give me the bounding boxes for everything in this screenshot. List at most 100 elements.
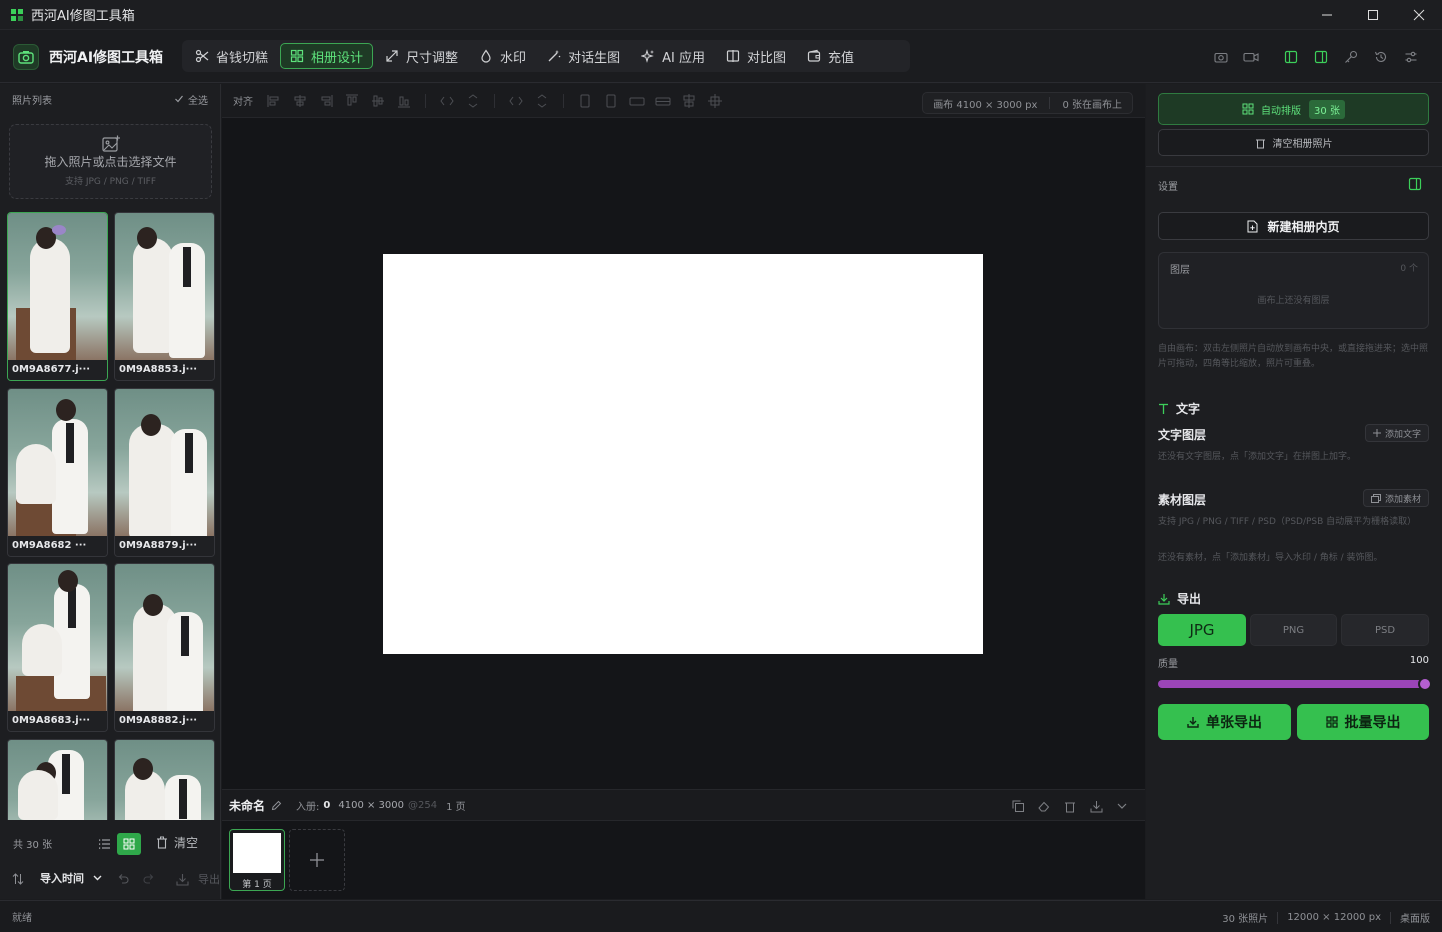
nav-label: 相册设计 <box>311 50 364 66</box>
align-top-icon[interactable] <box>339 91 365 111</box>
export-section-title: 导出 <box>1158 590 1201 607</box>
same-height-icon[interactable] <box>598 91 624 111</box>
droplet-icon <box>479 49 500 63</box>
nav-recharge[interactable]: 充值 <box>798 43 863 69</box>
nav-compare[interactable]: 对比图 <box>717 43 795 69</box>
download-page-icon[interactable] <box>1083 796 1109 816</box>
single-export-button[interactable]: 单张导出 <box>1158 704 1291 740</box>
nav-ai-apps[interactable]: AI 应用 <box>632 43 714 69</box>
brand-title: 西河AI修图工具箱 <box>49 49 164 66</box>
canvas-area: 对齐 画布 4100 × 3000 px 0 张在画布上 未命名 入册: 0 4… <box>222 84 1145 899</box>
photo-image <box>115 740 214 820</box>
settings-sliders-icon[interactable] <box>1396 47 1426 67</box>
auto-layout-badge: 30 张 <box>1309 99 1345 119</box>
photo-thumb[interactable] <box>7 739 108 820</box>
photo-thumb[interactable]: 0M9A8682 ··· <box>7 388 108 557</box>
align-left-icon[interactable] <box>261 91 287 111</box>
resize-icon <box>385 49 406 63</box>
nav-album-design[interactable]: 相册设计 <box>280 43 374 69</box>
distribute-v-icon[interactable] <box>460 91 486 111</box>
new-album-page-button[interactable]: 新建相册内页 <box>1158 212 1429 240</box>
add-text-button[interactable]: 添加文字 <box>1364 424 1429 442</box>
status-text: 就绪 <box>12 913 32 924</box>
download-icon <box>176 873 189 886</box>
align-center-h-icon[interactable] <box>287 91 313 111</box>
delete-page-icon[interactable] <box>1057 796 1083 816</box>
page-preview <box>233 833 281 873</box>
maximize-button[interactable] <box>1350 0 1396 30</box>
add-asset-button[interactable]: 添加素材 <box>1362 489 1429 507</box>
video-icon[interactable] <box>1236 47 1266 67</box>
nav-save-cut[interactable]: 省钱切糕 <box>186 43 277 69</box>
center-canvas-icon[interactable] <box>702 91 728 111</box>
batch-export-button[interactable]: 批量导出 <box>1297 704 1429 740</box>
photo-thumb[interactable]: 0M9A8882.j··· <box>114 563 215 732</box>
nav-label: 对比图 <box>746 50 786 66</box>
photo-thumb[interactable]: 0M9A8677.j··· <box>7 212 108 381</box>
eraser-icon[interactable] <box>1031 796 1057 816</box>
nav-watermark[interactable]: 水印 <box>470 43 535 69</box>
panel-layout-icon[interactable] <box>1408 177 1422 191</box>
wallet-icon <box>807 49 828 63</box>
close-button[interactable] <box>1396 0 1442 30</box>
format-jpg-button[interactable]: JPG <box>1158 614 1246 646</box>
album-dpi: @254 <box>408 799 438 811</box>
photo-filename: 0M9A8682 ··· <box>8 536 107 556</box>
distribute-h-icon[interactable] <box>434 91 460 111</box>
format-png-button[interactable]: PNG <box>1250 614 1337 646</box>
space-h-icon[interactable] <box>503 91 529 111</box>
album-canvas[interactable] <box>383 254 983 654</box>
photo-thumb[interactable] <box>114 739 215 820</box>
clear-photos-button[interactable]: 清空 <box>156 834 198 851</box>
nav-chat-gen[interactable]: 对话生图 <box>538 43 629 69</box>
photo-thumb[interactable]: 0M9A8879.j··· <box>114 388 215 557</box>
screenshot-icon[interactable] <box>1206 47 1236 67</box>
add-page-button[interactable] <box>289 829 345 891</box>
right-panel-toggle-icon[interactable] <box>1306 47 1336 67</box>
clear-label: 清空 <box>174 836 199 850</box>
quality-slider[interactable] <box>1158 677 1432 691</box>
align-middle-v-icon[interactable] <box>365 91 391 111</box>
select-all-button[interactable]: 全选 <box>174 92 208 107</box>
add-asset-label: 添加素材 <box>1384 494 1421 505</box>
image-stack-icon <box>1370 493 1385 503</box>
sort-select[interactable]: 导入时间 <box>32 867 106 889</box>
page-thumb[interactable]: 第 1 页 <box>229 829 285 891</box>
edit-pencil-icon[interactable] <box>271 800 282 811</box>
same-width-icon[interactable] <box>572 91 598 111</box>
clear-album-button[interactable]: 清空相册照片 <box>1158 129 1429 156</box>
align-bottom-icon[interactable] <box>391 91 417 111</box>
redo-icon[interactable] <box>143 873 155 884</box>
history-icon[interactable] <box>1366 47 1396 67</box>
magic-wand-icon <box>547 49 568 63</box>
fit-width-icon[interactable] <box>624 91 650 111</box>
align-right-icon[interactable] <box>313 91 339 111</box>
photo-list-panel: 照片列表 全选 拖入照片或点击选择文件 支持 JPG / PNG / TIFF … <box>0 84 221 899</box>
collapse-chevron-icon[interactable] <box>1109 796 1135 816</box>
auto-layout-button[interactable]: 自动排版 30 张 <box>1158 93 1429 125</box>
batch-export-label: 批量导出 <box>1344 715 1401 731</box>
grid-view-button[interactable] <box>117 833 141 855</box>
sort-icon[interactable] <box>12 873 24 885</box>
left-panel-toggle-icon[interactable] <box>1276 47 1306 67</box>
undo-icon[interactable] <box>117 873 129 884</box>
photo-thumb[interactable]: 0M9A8683.j··· <box>7 563 108 732</box>
quality-slider-thumb[interactable] <box>1418 677 1432 691</box>
photo-image <box>115 389 214 544</box>
minimize-button[interactable] <box>1304 0 1350 30</box>
layers-title: 图层 <box>1170 265 1190 276</box>
fit-height-icon[interactable] <box>650 91 676 111</box>
export-section-label: 导出 <box>1177 592 1202 606</box>
center-both-icon[interactable] <box>676 91 702 111</box>
space-v-icon[interactable] <box>529 91 555 111</box>
list-view-button[interactable] <box>93 833 117 855</box>
export-button[interactable]: 导出 <box>176 871 220 887</box>
nav-resize[interactable]: 尺寸调整 <box>376 43 467 69</box>
copy-icon[interactable] <box>1005 796 1031 816</box>
format-psd-button[interactable]: PSD <box>1341 614 1429 646</box>
photo-thumb[interactable]: 0M9A8853.j··· <box>114 212 215 381</box>
add-image-icon <box>102 135 121 153</box>
key-icon[interactable] <box>1336 47 1366 67</box>
album-name[interactable]: 未命名 <box>229 797 265 814</box>
photo-drop-zone[interactable]: 拖入照片或点击选择文件 支持 JPG / PNG / TIFF <box>9 124 212 199</box>
